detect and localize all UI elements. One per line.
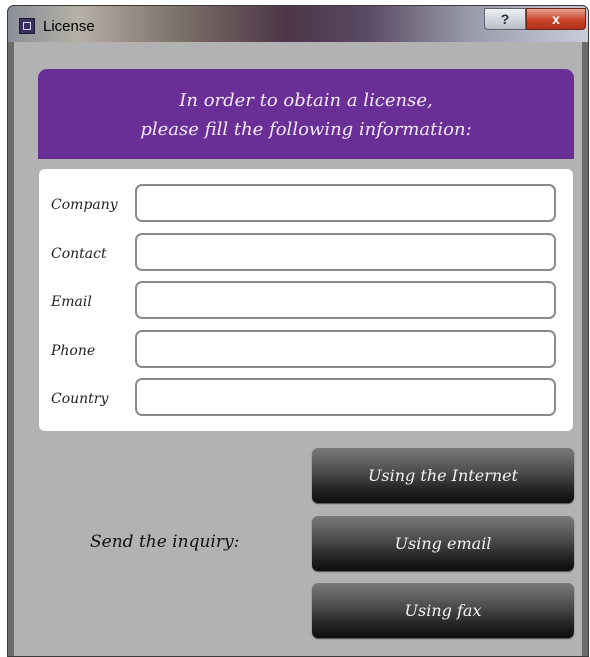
company-input[interactable] [135,184,556,222]
country-label: Country [51,391,109,407]
send-via-fax-button[interactable]: Using fax [312,583,574,638]
email-input[interactable] [135,281,556,319]
instructions-banner: In order to obtain a license, please fil… [38,69,574,159]
send-via-email-button[interactable]: Using email [312,516,574,571]
license-window: License ? x In order to obtain a license… [8,6,588,656]
instructions-line-2: please fill the following information: [140,119,472,140]
window-title: License [43,18,95,35]
contact-label: Contact [51,246,107,262]
help-button[interactable]: ? [484,8,526,30]
country-input[interactable] [135,378,556,416]
phone-label: Phone [51,343,96,359]
contact-form: Company Contact Email Phone Country [39,169,573,431]
email-label: Email [51,294,92,310]
contact-input[interactable] [135,233,556,271]
phone-input[interactable] [135,330,556,368]
close-button[interactable]: x [526,8,586,30]
title-bar[interactable]: License ? x [8,6,588,42]
app-icon [19,18,35,34]
company-label: Company [51,197,118,213]
dialog-body: In order to obtain a license, please fil… [14,42,582,656]
send-via-internet-button[interactable]: Using the Internet [312,448,574,503]
send-inquiry-label: Send the inquiry: [90,532,240,552]
instructions-line-1: In order to obtain a license, [179,90,433,111]
